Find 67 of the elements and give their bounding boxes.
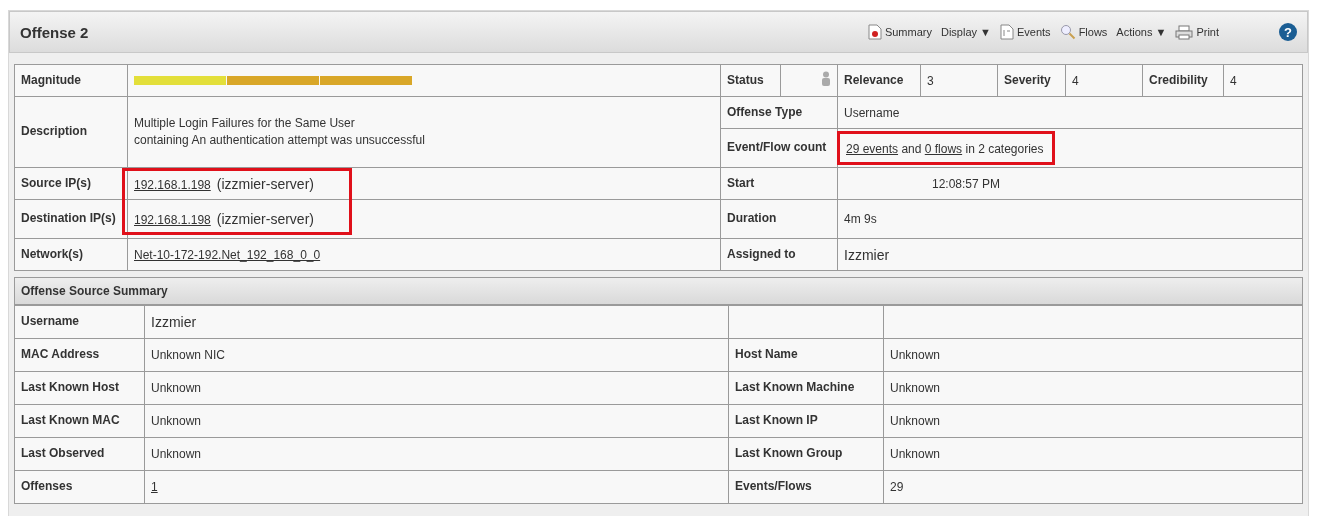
field-label: Duration: [720, 199, 838, 239]
field-label: Credibility: [1142, 64, 1224, 97]
field-value: Unknown: [151, 447, 202, 461]
field-label: Status: [720, 64, 781, 97]
field-label: Last Known Machine: [728, 371, 884, 405]
field-label: Severity: [997, 64, 1066, 97]
section-header: Offense Source Summary: [14, 277, 1303, 305]
field-label: Magnitude: [14, 64, 128, 97]
field-value: Unknown: [883, 338, 1303, 372]
field-value: Unknown: [151, 414, 202, 428]
field-label: Host Name: [728, 338, 884, 372]
dropdown-button[interactable]: Display ▼: [940, 26, 991, 38]
field-value: Unknown: [883, 404, 1303, 438]
field-label: Offenses: [14, 470, 145, 504]
field-value: 29: [883, 470, 1303, 504]
description-text: Multiple Login Failures for the Same User containing An authentication attempt was unsuccessful: [134, 114, 426, 149]
dropdown-button[interactable]: Actions ▼: [1116, 26, 1167, 38]
field-label: Start: [720, 167, 838, 200]
field-label: Description: [14, 96, 128, 168]
field-value: 4: [1065, 64, 1143, 97]
field-value: Unknown: [883, 437, 1303, 471]
offense-title: Offense 2: [20, 23, 90, 41]
field-label: Last Known Host: [14, 371, 145, 405]
search-icon: [1059, 24, 1076, 40]
field-value: Unknown: [883, 371, 1303, 405]
field-value: 3: [920, 64, 998, 97]
ip-link[interactable]: 192.168.1.198: [134, 213, 211, 227]
toolbar-button[interactable]: Flows: [1059, 24, 1108, 40]
field-label: Username: [14, 305, 145, 339]
count-text: and: [901, 142, 922, 156]
field-label: Network(s): [14, 238, 128, 271]
field-label: Source IP(s): [14, 167, 128, 200]
field-value: Unknown NIC: [151, 348, 226, 362]
field-label: MAC Address: [14, 338, 145, 372]
help-icon[interactable]: ?: [1279, 23, 1297, 41]
field-label: Events/Flows: [728, 470, 884, 504]
field-label: Last Known Group: [728, 437, 884, 471]
field-label: Offense Type: [720, 96, 838, 129]
host-name: (izzmier-server): [216, 211, 314, 227]
field-value: Izzmier: [837, 238, 1303, 271]
field-label: Event/Flow count: [720, 128, 838, 168]
network-link[interactable]: Net-10-172-192.Net_192_168_0_0: [134, 247, 321, 262]
host-name: (izzmier-server): [216, 175, 314, 192]
field-value: 12:08:57 PM: [837, 167, 1303, 200]
count-link[interactable]: 29 events: [846, 142, 899, 156]
document-icon: [867, 24, 882, 40]
field-value: Username: [837, 96, 1303, 129]
ip-link[interactable]: 192.168.1.198: [134, 177, 211, 192]
count-link[interactable]: 0 flows: [924, 142, 963, 156]
field-label: Last Observed: [14, 437, 145, 471]
field-value: Unknown: [151, 381, 202, 395]
document-icon: [1000, 24, 1014, 40]
toolbar-button[interactable]: Events: [1000, 24, 1051, 40]
offenses-link[interactable]: 1: [151, 480, 158, 494]
toolbar-button[interactable]: Print: [1175, 24, 1219, 40]
field-value: 4: [1223, 64, 1303, 97]
field-label: Relevance: [837, 64, 921, 97]
field-label: Last Known MAC: [14, 404, 145, 438]
printer-icon: [1175, 24, 1194, 40]
count-text: in 2 categories: [965, 142, 1044, 156]
field-value: Izzmier: [151, 314, 197, 330]
person-icon: [821, 71, 831, 87]
field-value: 4m 9s: [837, 199, 1303, 239]
toolbar-button[interactable]: Summary: [867, 24, 932, 40]
field-label: Destination IP(s): [14, 199, 128, 239]
field-label: Assigned to: [720, 238, 838, 271]
field-label: Last Known IP: [728, 404, 884, 438]
